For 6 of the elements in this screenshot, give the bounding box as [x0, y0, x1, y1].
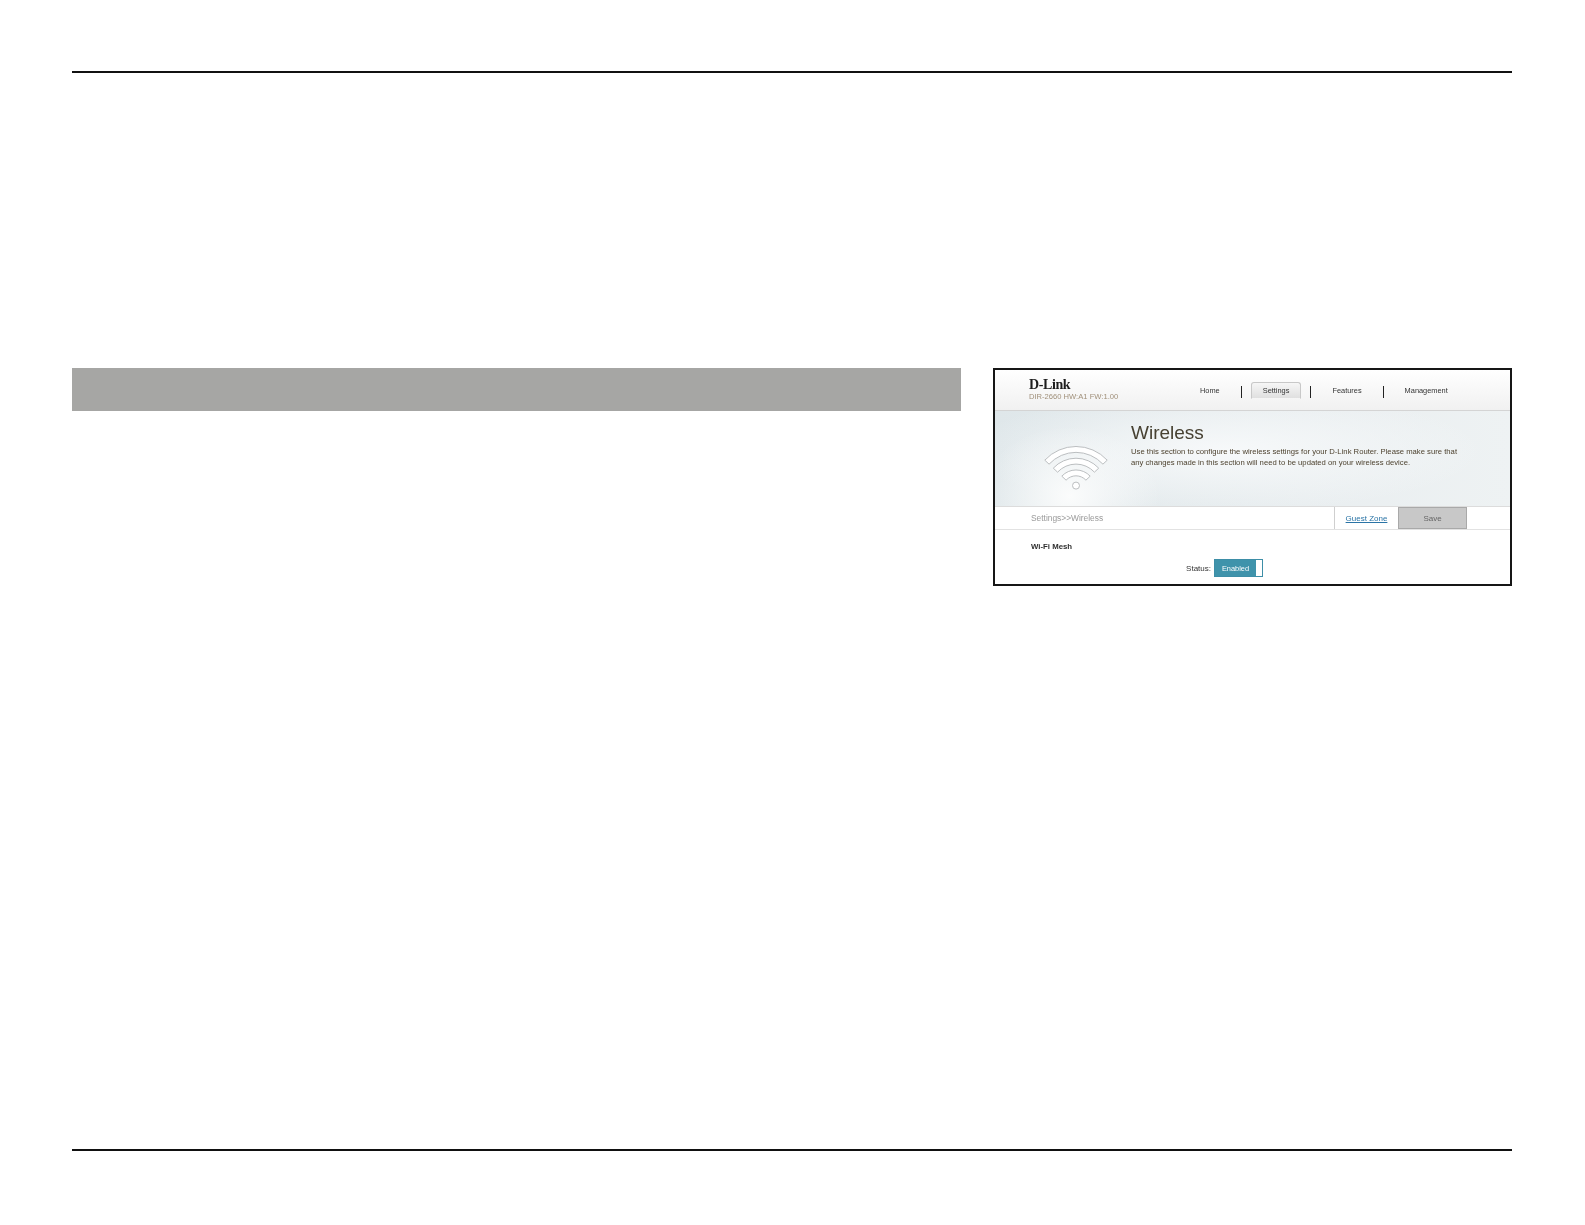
wifi-icon — [1044, 446, 1108, 490]
page-title: Wireless — [1131, 422, 1205, 444]
breadcrumb: Settings>>Wireless — [1031, 513, 1104, 523]
text-link[interactable]: Guest Zone — [1345, 513, 1388, 523]
field-label: Status: — [1186, 563, 1211, 573]
brand-logo: D-Link — [1029, 378, 1071, 391]
